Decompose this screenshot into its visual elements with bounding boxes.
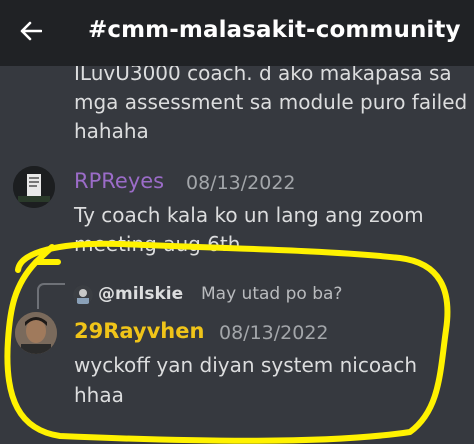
username[interactable]: RPReyes xyxy=(74,169,164,193)
message-line: hhaa xyxy=(74,383,124,407)
back-arrow-icon xyxy=(20,21,43,45)
message-line: Ty coach kala ko un lang ang zoom xyxy=(74,203,424,227)
username[interactable]: 29Rayvhen xyxy=(74,319,204,343)
reply-connector xyxy=(37,283,65,309)
timestamp: 08/13/2022 xyxy=(219,322,329,344)
back-button[interactable] xyxy=(14,16,48,50)
reply-mention[interactable]: @milskie xyxy=(98,284,183,304)
channel-header: #cmm-malasakit-community xyxy=(0,0,474,66)
reply-preview-text[interactable]: May utad po ba? xyxy=(201,284,342,304)
message-line: ILuvU3000 coach. d ako makapasa sa xyxy=(74,66,452,85)
timestamp: 08/13/2022 xyxy=(186,172,296,194)
message-line: meeting aug 6th xyxy=(74,232,241,256)
message-list[interactable]: ILuvU3000 coach. d ako makapasa sa mga a… xyxy=(0,66,474,444)
reply-avatar xyxy=(73,285,93,305)
channel-title: #cmm-malasakit-community xyxy=(88,17,461,43)
avatar[interactable] xyxy=(13,166,55,208)
message-line: hahaha xyxy=(74,119,149,143)
message-line: wyckoff yan diyan system nicoach xyxy=(74,353,417,377)
avatar[interactable] xyxy=(15,312,57,354)
message-line: mga assessment sa module puro failed xyxy=(74,90,468,114)
